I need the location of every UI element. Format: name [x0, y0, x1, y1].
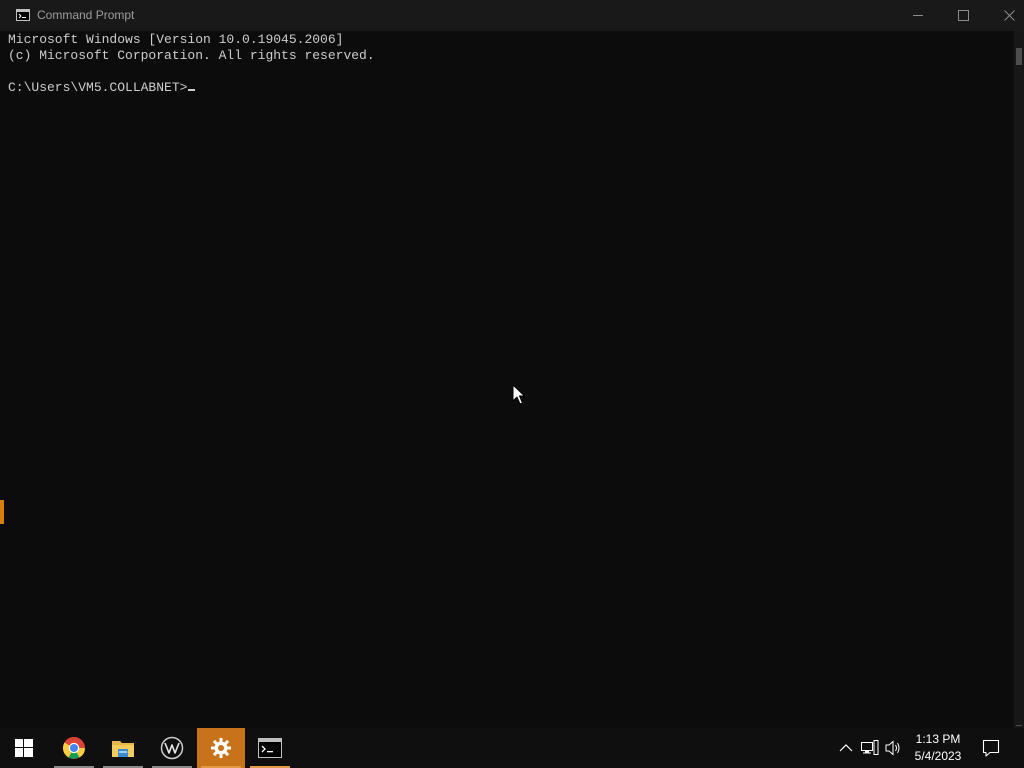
network-status-button[interactable]	[860, 738, 880, 758]
taskbar-file-explorer[interactable]	[99, 728, 147, 768]
minimize-button[interactable]	[895, 0, 941, 31]
taskbar-clock[interactable]: 1:13 PM 5/4/2023	[906, 731, 970, 765]
cmd-icon	[258, 738, 282, 758]
scrollbar-thumb[interactable]	[1016, 48, 1022, 65]
vertical-scrollbar[interactable]	[1014, 31, 1024, 728]
start-button[interactable]	[0, 728, 48, 768]
chrome-icon	[63, 737, 85, 759]
taskbar-wireshark[interactable]	[148, 728, 196, 768]
windows-logo-icon	[15, 739, 33, 757]
console-line: (c) Microsoft Corporation. All rights re…	[8, 48, 375, 63]
mouse-pointer-icon	[512, 384, 525, 405]
close-button[interactable]	[986, 0, 1024, 31]
maximize-button[interactable]	[940, 0, 986, 31]
window-edge-accent	[0, 500, 4, 524]
text-cursor	[188, 89, 196, 91]
close-icon	[1003, 10, 1015, 21]
window-titlebar[interactable]: Command Prompt	[0, 0, 1024, 31]
taskbar-chrome[interactable]	[50, 728, 98, 768]
taskbar-command-prompt[interactable]	[246, 728, 294, 768]
wireshark-icon	[160, 736, 184, 760]
clock-time: 1:13 PM	[915, 732, 961, 746]
network-icon	[861, 740, 879, 755]
folder-icon	[112, 741, 134, 757]
chevron-up-icon	[839, 744, 853, 752]
taskbar-settings[interactable]	[197, 728, 245, 768]
taskbar: 1:13 PM 5/4/2023	[0, 728, 1024, 768]
console-output[interactable]: Microsoft Windows [Version 10.0.19045.20…	[0, 31, 1014, 728]
cmd-app-icon	[16, 9, 30, 21]
scrollbar-track-end	[1016, 725, 1022, 726]
show-hidden-icons-button[interactable]	[836, 738, 856, 758]
action-center-button[interactable]	[980, 738, 1002, 758]
window-title: Command Prompt	[37, 8, 135, 22]
volume-button[interactable]	[884, 738, 904, 758]
clock-date: 5/4/2023	[914, 749, 962, 763]
prompt-text: C:\Users\VM5.COLLABNET>	[8, 80, 188, 95]
minimize-icon	[912, 15, 923, 16]
command-prompt-line[interactable]: C:\Users\VM5.COLLABNET>	[8, 80, 196, 96]
speaker-icon	[885, 740, 900, 756]
maximize-icon	[957, 10, 969, 21]
console-line: Microsoft Windows [Version 10.0.19045.20…	[8, 32, 344, 47]
gear-icon	[211, 738, 231, 758]
desktop-screen: Command Prompt Microsoft Windows [Versio…	[0, 0, 1024, 768]
notification-icon	[982, 739, 1000, 757]
